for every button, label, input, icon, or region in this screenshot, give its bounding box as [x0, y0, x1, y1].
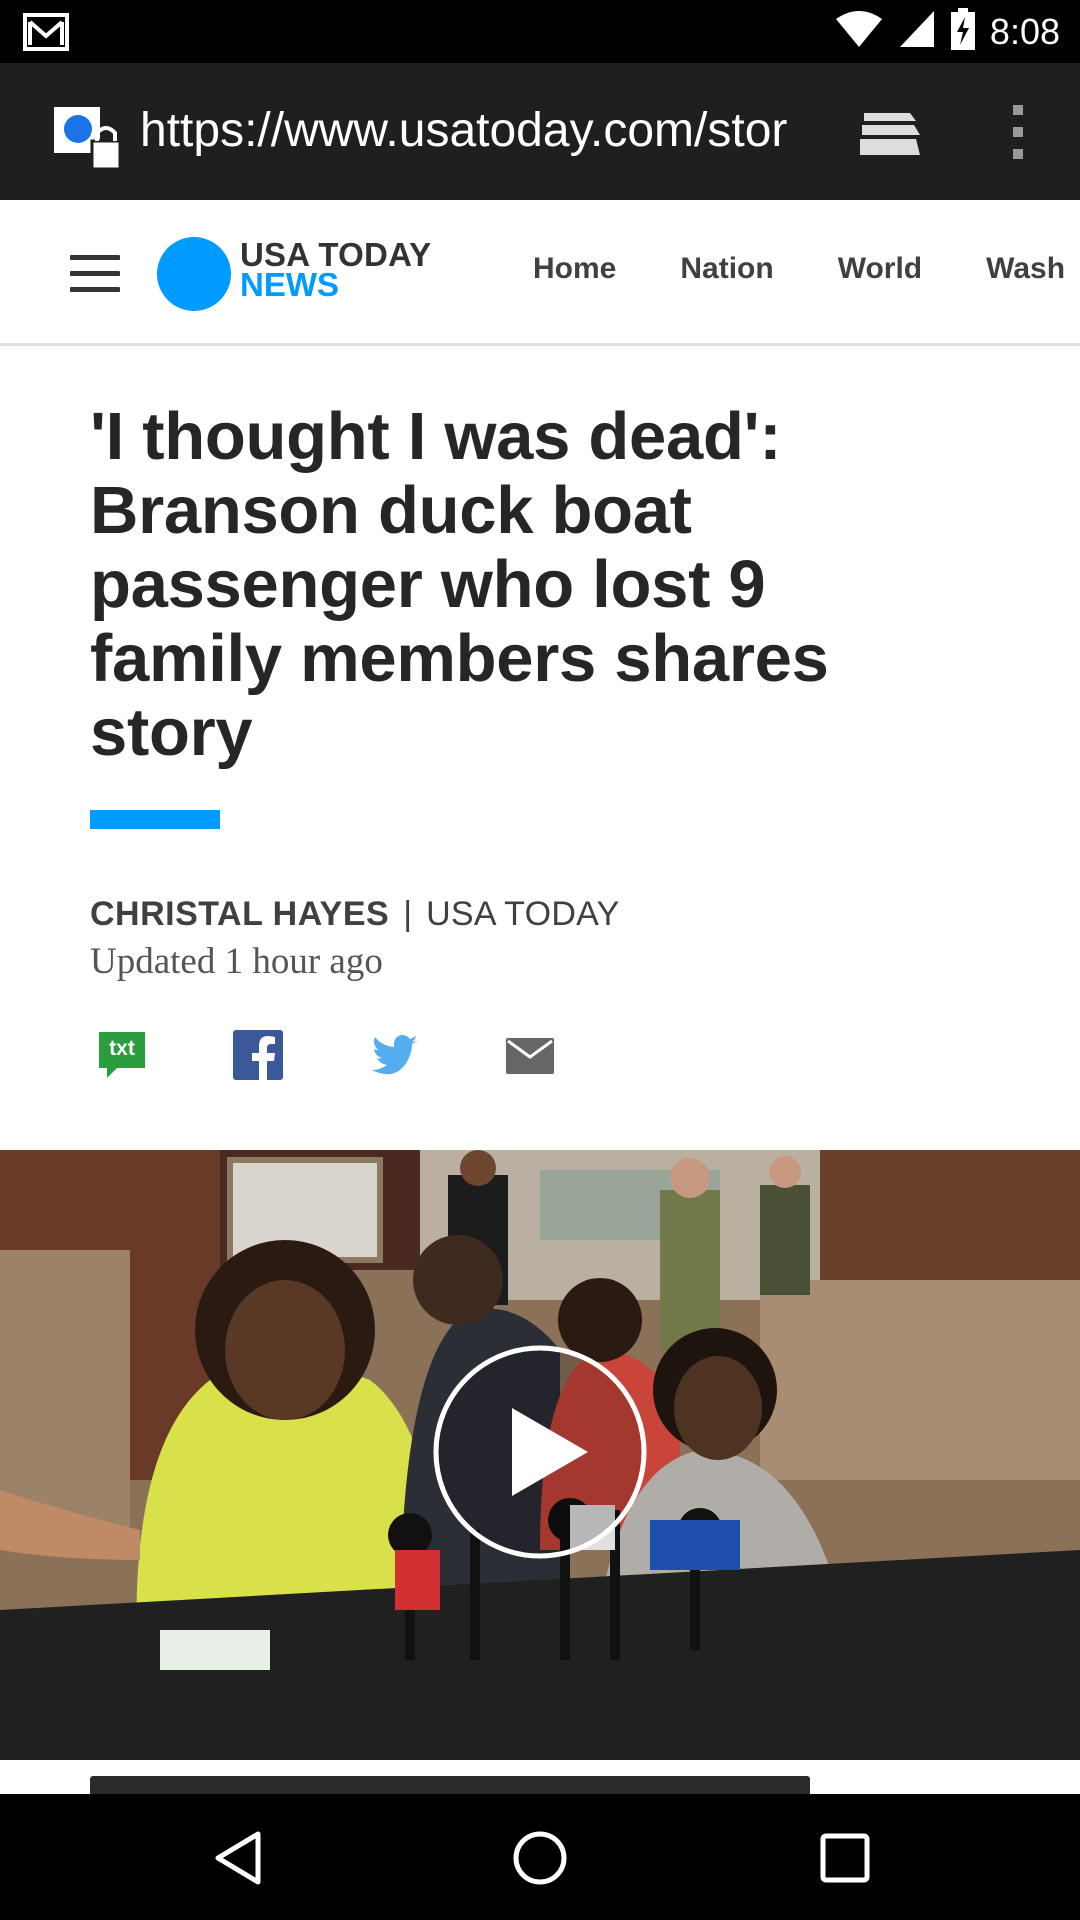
publication-name: USA TODAY	[426, 895, 620, 933]
home-icon[interactable]	[510, 1828, 570, 1888]
next-content-strip	[0, 1760, 1080, 1794]
txt-share-icon[interactable]: txt	[97, 1030, 147, 1080]
gmail-icon	[22, 12, 70, 57]
txt-share-label: txt	[109, 1037, 135, 1060]
site-nav: Home Nation World Wash	[533, 252, 1080, 286]
tab-switcher-icon[interactable]	[858, 109, 922, 164]
byline: CHRISTAL HAYES | USA TODAY	[90, 895, 620, 934]
back-icon[interactable]	[210, 1828, 270, 1888]
byline-separator: |	[403, 895, 413, 933]
recents-icon[interactable]	[815, 1828, 875, 1888]
battery-charging-icon	[950, 8, 976, 55]
nav-item-washington[interactable]: Wash	[986, 252, 1065, 286]
nav-item-home[interactable]: Home	[533, 252, 616, 286]
logo-circle[interactable]	[157, 237, 231, 311]
email-icon[interactable]	[505, 1030, 555, 1080]
cut-off-text	[90, 1776, 810, 1794]
facebook-icon[interactable]	[233, 1030, 283, 1080]
nav-item-nation[interactable]: Nation	[680, 252, 773, 286]
lock-icon[interactable]	[52, 105, 122, 176]
status-time: 8:08	[989, 10, 1060, 52]
hamburger-menu-icon[interactable]	[70, 255, 120, 293]
article-headline: 'I thought I was dead': Branson duck boa…	[90, 399, 829, 770]
video-player[interactable]	[0, 1150, 1080, 1760]
nav-item-world[interactable]: World	[838, 252, 922, 286]
wifi-icon	[834, 9, 884, 54]
site-logo[interactable]: USA TODAY NEWS	[240, 238, 431, 303]
author-name[interactable]: CHRISTAL HAYES	[90, 895, 389, 933]
site-header: USA TODAY NEWS Home Nation World Wash	[0, 200, 1080, 346]
signal-icon	[898, 9, 936, 54]
status-bar: 8:08	[0, 0, 1080, 63]
logo-line-2: NEWS	[240, 266, 339, 303]
updated-timestamp: Updated 1 hour ago	[90, 941, 383, 982]
url-field[interactable]: https://www.usatoday.com/stor	[140, 103, 805, 158]
play-icon[interactable]	[432, 1344, 648, 1565]
headline-accent-bar	[90, 810, 220, 829]
twitter-icon[interactable]	[370, 1030, 420, 1080]
overflow-menu-icon[interactable]	[1005, 103, 1031, 168]
browser-url-bar: https://www.usatoday.com/stor	[0, 63, 1080, 200]
system-navigation-bar	[0, 1794, 1080, 1920]
